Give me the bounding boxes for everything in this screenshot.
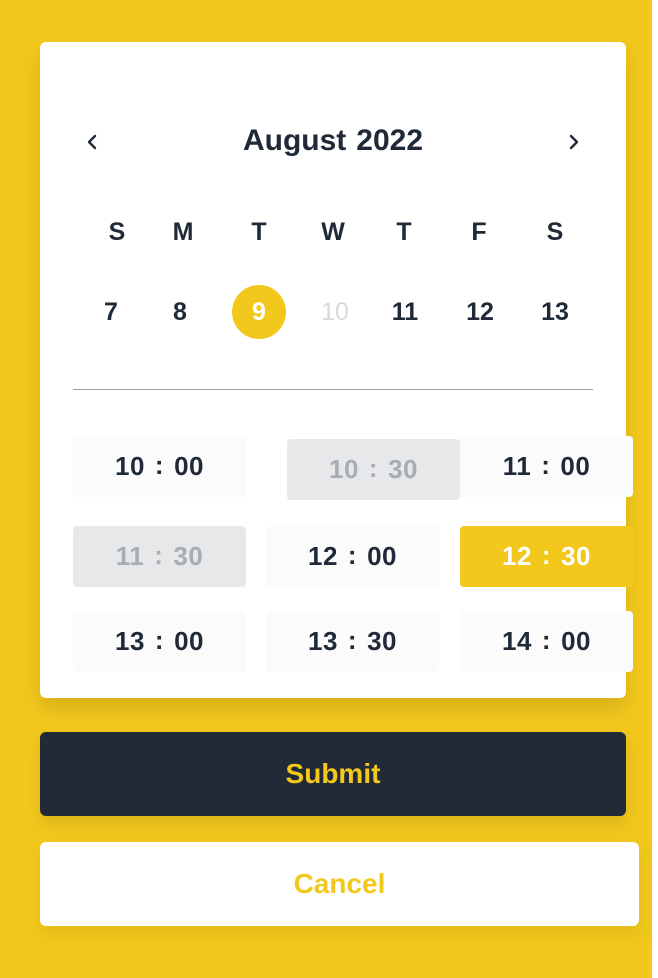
- slot-minute: 30: [561, 541, 591, 571]
- day-10-disabled: 10: [321, 297, 349, 326]
- time-colon: :: [347, 540, 358, 570]
- weekday-wednesday: W: [321, 217, 345, 246]
- slot-minute: 00: [367, 541, 397, 571]
- time-colon: :: [154, 540, 164, 570]
- date-time-picker-screen: August 2022 S M T W T F S 7 8 9 10 11 12: [0, 0, 658, 978]
- time-slot-13-30[interactable]: 13:30: [266, 611, 439, 672]
- time-slot-11-30-unavailable: 11:30: [73, 526, 246, 587]
- slot-hour: 13: [307, 626, 338, 656]
- next-month-button[interactable]: [560, 128, 588, 156]
- slot-hour: 11: [115, 541, 145, 571]
- weekday-tuesday: T: [251, 217, 267, 246]
- time-colon: :: [541, 540, 552, 570]
- slot-minute: 30: [367, 626, 397, 656]
- slot-hour: 11: [502, 451, 532, 481]
- time-colon: :: [154, 625, 165, 655]
- day-7[interactable]: 7: [84, 285, 138, 339]
- day-9-selected[interactable]: 9: [232, 285, 286, 339]
- day-8[interactable]: 8: [153, 285, 207, 339]
- weekday-monday: M: [172, 217, 194, 246]
- weekday-sunday: S: [108, 217, 126, 246]
- time-slot-13-00[interactable]: 13:00: [73, 611, 246, 672]
- day-11[interactable]: 11: [378, 285, 432, 339]
- slot-minute: 00: [174, 451, 204, 481]
- time-slot-12-00[interactable]: 12:00: [266, 526, 439, 587]
- weekday-friday: F: [471, 217, 487, 246]
- slot-hour: 10: [328, 454, 359, 484]
- slot-hour: 13: [114, 626, 145, 656]
- slot-hour: 12: [501, 541, 532, 571]
- calendar-time-separator: [73, 389, 593, 390]
- day-row: 7 8 9 10 11 12 13: [40, 285, 626, 339]
- time-colon: :: [347, 625, 358, 655]
- calendar-header: August 2022: [40, 118, 626, 164]
- cancel-button[interactable]: Cancel: [40, 842, 639, 926]
- time-slot-10-00[interactable]: 10:00: [73, 436, 246, 497]
- day-13[interactable]: 13: [528, 285, 582, 339]
- weekday-header-row: S M T W T F S: [40, 212, 626, 252]
- month-label: August: [242, 124, 347, 157]
- time-colon: :: [368, 453, 379, 483]
- slot-hour: 12: [307, 541, 338, 571]
- slot-minute: 00: [561, 626, 591, 656]
- time-colon: :: [541, 450, 551, 480]
- calendar-card: August 2022 S M T W T F S 7 8 9 10 11 12: [40, 42, 633, 698]
- month-year-title: August 2022: [40, 118, 626, 164]
- weekday-saturday: S: [546, 217, 564, 246]
- weekday-thursday: T: [396, 217, 412, 246]
- slot-hour: 10: [114, 451, 145, 481]
- submit-button[interactable]: Submit: [40, 732, 626, 816]
- slot-minute: 00: [174, 626, 204, 656]
- slot-minute: 00: [560, 451, 591, 481]
- time-colon: :: [154, 450, 165, 480]
- chevron-right-icon: [569, 134, 579, 150]
- time-slot-12-30-selected[interactable]: 12:30: [460, 526, 633, 587]
- slot-hour: 14: [501, 626, 532, 656]
- time-slot-10-30-unavailable: 10:30: [287, 439, 460, 500]
- day-12[interactable]: 12: [453, 285, 507, 339]
- time-colon: :: [541, 625, 552, 655]
- slot-minute: 30: [388, 454, 418, 484]
- slot-minute: 30: [173, 541, 204, 571]
- time-slot-11-00[interactable]: 11:00: [460, 436, 633, 497]
- time-slot-grid: 10:00 10:30 11:00 11:30 12:00 12:30 13:0…: [73, 436, 633, 674]
- year-label: 2022: [356, 124, 424, 157]
- time-slot-14-00[interactable]: 14:00: [460, 611, 633, 672]
